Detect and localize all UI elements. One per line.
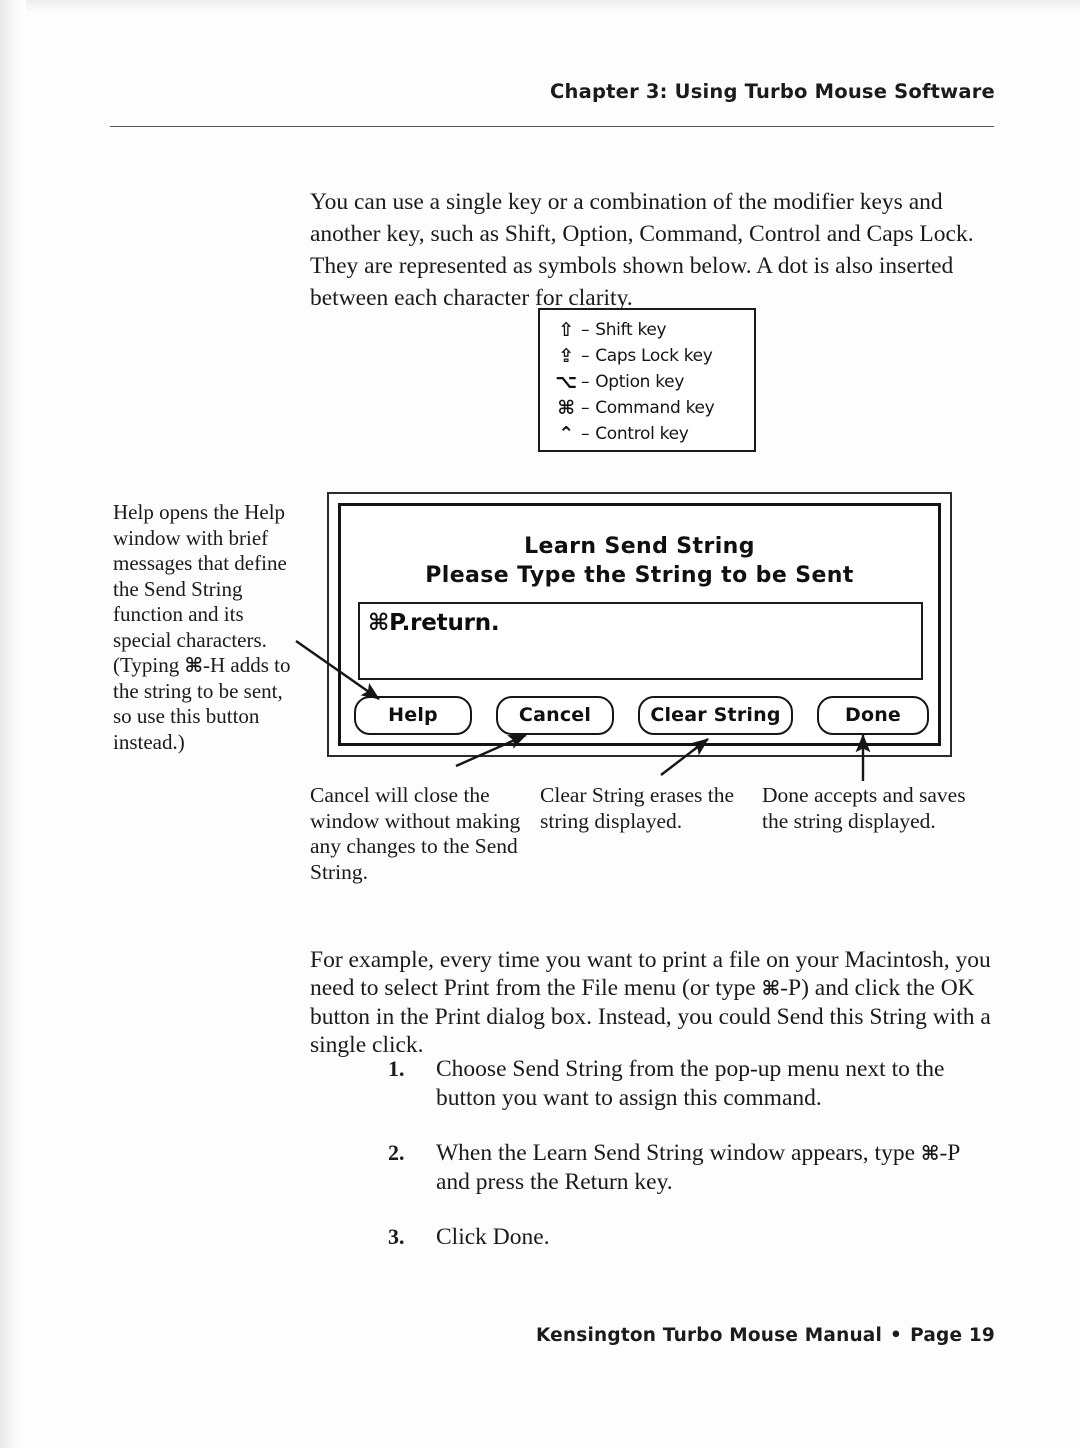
list-item: 2. When the Learn Send String window app… — [388, 1139, 988, 1196]
list-item: 1. Choose Send String from the pop-up me… — [388, 1055, 988, 1112]
legend-label-control: Control key — [595, 424, 689, 444]
step-text-part1: When the Learn Send String window appear… — [436, 1140, 921, 1166]
legend-row-shift: ⇧ – Shift key — [552, 317, 754, 343]
clear-string-button[interactable]: Clear String — [638, 696, 793, 735]
footer-page-number: Page 19 — [910, 1325, 995, 1346]
send-string-input-value: ⌘P.return. — [368, 610, 500, 636]
legend-label-shift: Shift key — [595, 320, 667, 340]
page-footer: Kensington Turbo Mouse Manual • Page 19 — [110, 1325, 995, 1346]
footer-title: Kensington Turbo Mouse Manual — [535, 1325, 883, 1346]
page-left-shading — [0, 0, 26, 1448]
legend-row-option: ⌥ – Option key — [552, 369, 754, 395]
step-number: 1. — [388, 1056, 405, 1081]
intro-paragraph: You can use a single key or a combinatio… — [310, 188, 974, 311]
caps-lock-key-glyph: ⇪ — [558, 344, 574, 367]
command-key-glyph: ⌘ — [761, 976, 781, 1000]
legend-dash: – — [581, 424, 590, 444]
legend-dash: – — [581, 346, 590, 366]
legend-label-command: Command key — [595, 398, 715, 418]
step-text: Click Done. — [436, 1224, 550, 1250]
page-top-shading — [0, 0, 1080, 14]
legend-label-caps-lock: Caps Lock key — [595, 346, 713, 366]
legend-row-command: ⌘ – Command key — [552, 395, 754, 421]
legend-dash: – — [581, 398, 590, 418]
legend-dash: – — [581, 320, 590, 340]
caption-cancel: Cancel will close the window without mak… — [310, 783, 521, 884]
running-head: Chapter 3: Using Turbo Mouse Software — [550, 80, 995, 103]
key-symbol-legend: ⇧ – Shift key ⇪ – Caps Lock key ⌥ – Opti… — [538, 308, 756, 452]
command-key-glyph: ⌘ — [184, 653, 204, 677]
control-key-glyph: ⌃ — [558, 422, 574, 445]
cancel-button[interactable]: Cancel — [496, 696, 614, 735]
header-rule — [110, 126, 994, 127]
command-key-glyph: ⌘ — [920, 1141, 940, 1165]
step-text: Choose Send String from the pop-up menu … — [436, 1056, 945, 1111]
learn-send-string-dialog: Learn Send String Please Type the String… — [327, 492, 952, 757]
margin-note-help: Help opens the Help window with brief me… — [113, 500, 293, 755]
list-item: 3. Click Done. — [388, 1223, 988, 1252]
dialog-subtitle: Please Type the String to be Sent — [425, 563, 854, 588]
dialog-inner-frame: Learn Send String Please Type the String… — [338, 503, 941, 746]
help-button[interactable]: Help — [354, 696, 472, 735]
legend-dash: – — [581, 372, 590, 392]
dialog-button-row: Help Cancel Clear String Done — [354, 696, 929, 735]
example-paragraph: For example, every time you want to prin… — [310, 946, 1000, 1060]
done-button[interactable]: Done — [817, 696, 929, 735]
margin-note-part1: Help opens the Help window with brief me… — [113, 500, 287, 677]
dialog-title: Learn Send String — [524, 534, 755, 559]
send-string-input[interactable]: ⌘P.return. — [358, 602, 923, 680]
footer-separator: • — [890, 1325, 903, 1346]
legend-row-caps-lock: ⇪ – Caps Lock key — [552, 343, 754, 369]
caption-done: Done accepts and saves the string displa… — [762, 783, 966, 833]
legend-label-option: Option key — [595, 372, 685, 392]
procedure-steps: 1. Choose Send String from the pop-up me… — [388, 1055, 988, 1279]
step-number: 2. — [388, 1140, 405, 1165]
step-number: 3. — [388, 1224, 405, 1249]
legend-row-control: ⌃ – Control key — [552, 421, 754, 447]
shift-key-glyph: ⇧ — [558, 318, 574, 341]
option-key-glyph: ⌥ — [555, 370, 577, 393]
step-text: When the Learn Send String window appear… — [436, 1139, 988, 1196]
command-key-glyph: ⌘ — [557, 396, 575, 419]
caption-clear-string: Clear String erases the string displayed… — [540, 783, 735, 833]
